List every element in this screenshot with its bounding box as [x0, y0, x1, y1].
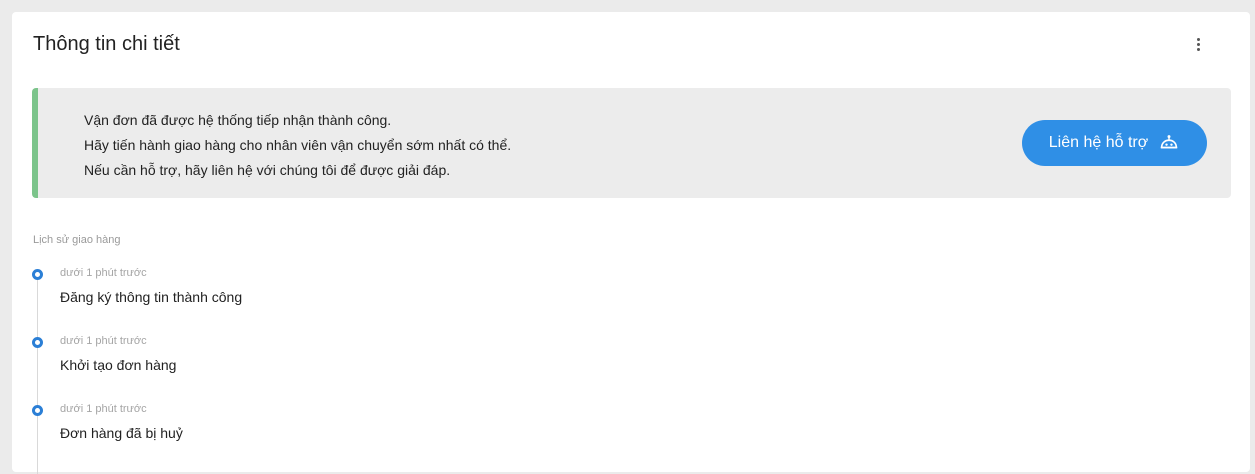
timeline-time: dưới 1 phút trước — [60, 335, 147, 347]
card-title: Thông tin chi tiết — [33, 33, 180, 55]
timeline-text: Đơn hàng đã bị huỷ — [60, 425, 183, 441]
timeline-dot-icon — [32, 405, 43, 416]
delivery-timeline: dưới 1 phút trước Đăng ký thông tin thàn… — [30, 264, 630, 474]
timeline-dot-icon — [32, 337, 43, 348]
notice-line: Hãy tiến hành giao hàng cho nhân viên vậ… — [84, 137, 512, 153]
notice-line: Vận đơn đã được hệ thống tiếp nhận thành… — [84, 112, 392, 128]
delivery-history-label: Lịch sử giao hàng — [33, 234, 121, 246]
timeline-text: Khởi tạo đơn hàng — [60, 357, 177, 373]
timeline-time: dưới 1 phút trước — [60, 403, 147, 415]
support-button-label: Liên hệ hỗ trợ — [1048, 134, 1149, 151]
timeline-item: dưới 1 phút trước Khởi tạo đơn hàng — [30, 332, 630, 400]
timeline-text: Đăng ký thông tin thành công — [60, 289, 243, 305]
timeline-time: dưới 1 phút trước — [60, 267, 147, 279]
timeline-dot-icon — [32, 269, 43, 280]
contact-support-button[interactable]: Liên hệ hỗ trợ — [1022, 120, 1207, 166]
notice-line: Nếu cần hỗ trợ, hãy liên hệ với chúng tô… — [84, 162, 451, 178]
robot-icon — [1160, 135, 1178, 149]
more-options-button[interactable] — [1188, 32, 1208, 56]
detail-card: Thông tin chi tiết Vận đơn đã được hệ th… — [12, 12, 1250, 474]
notice-message: Vận đơn đã được hệ thống tiếp nhận thành… — [84, 108, 511, 183]
timeline-item: dưới 1 phút trước Đăng ký thông tin thàn… — [30, 264, 630, 332]
status-notice: Vận đơn đã được hệ thống tiếp nhận thành… — [32, 88, 1231, 198]
more-vertical-icon — [1196, 37, 1200, 41]
timeline-item: dưới 1 phút trước Đơn hàng đã bị huỷ — [30, 400, 630, 468]
